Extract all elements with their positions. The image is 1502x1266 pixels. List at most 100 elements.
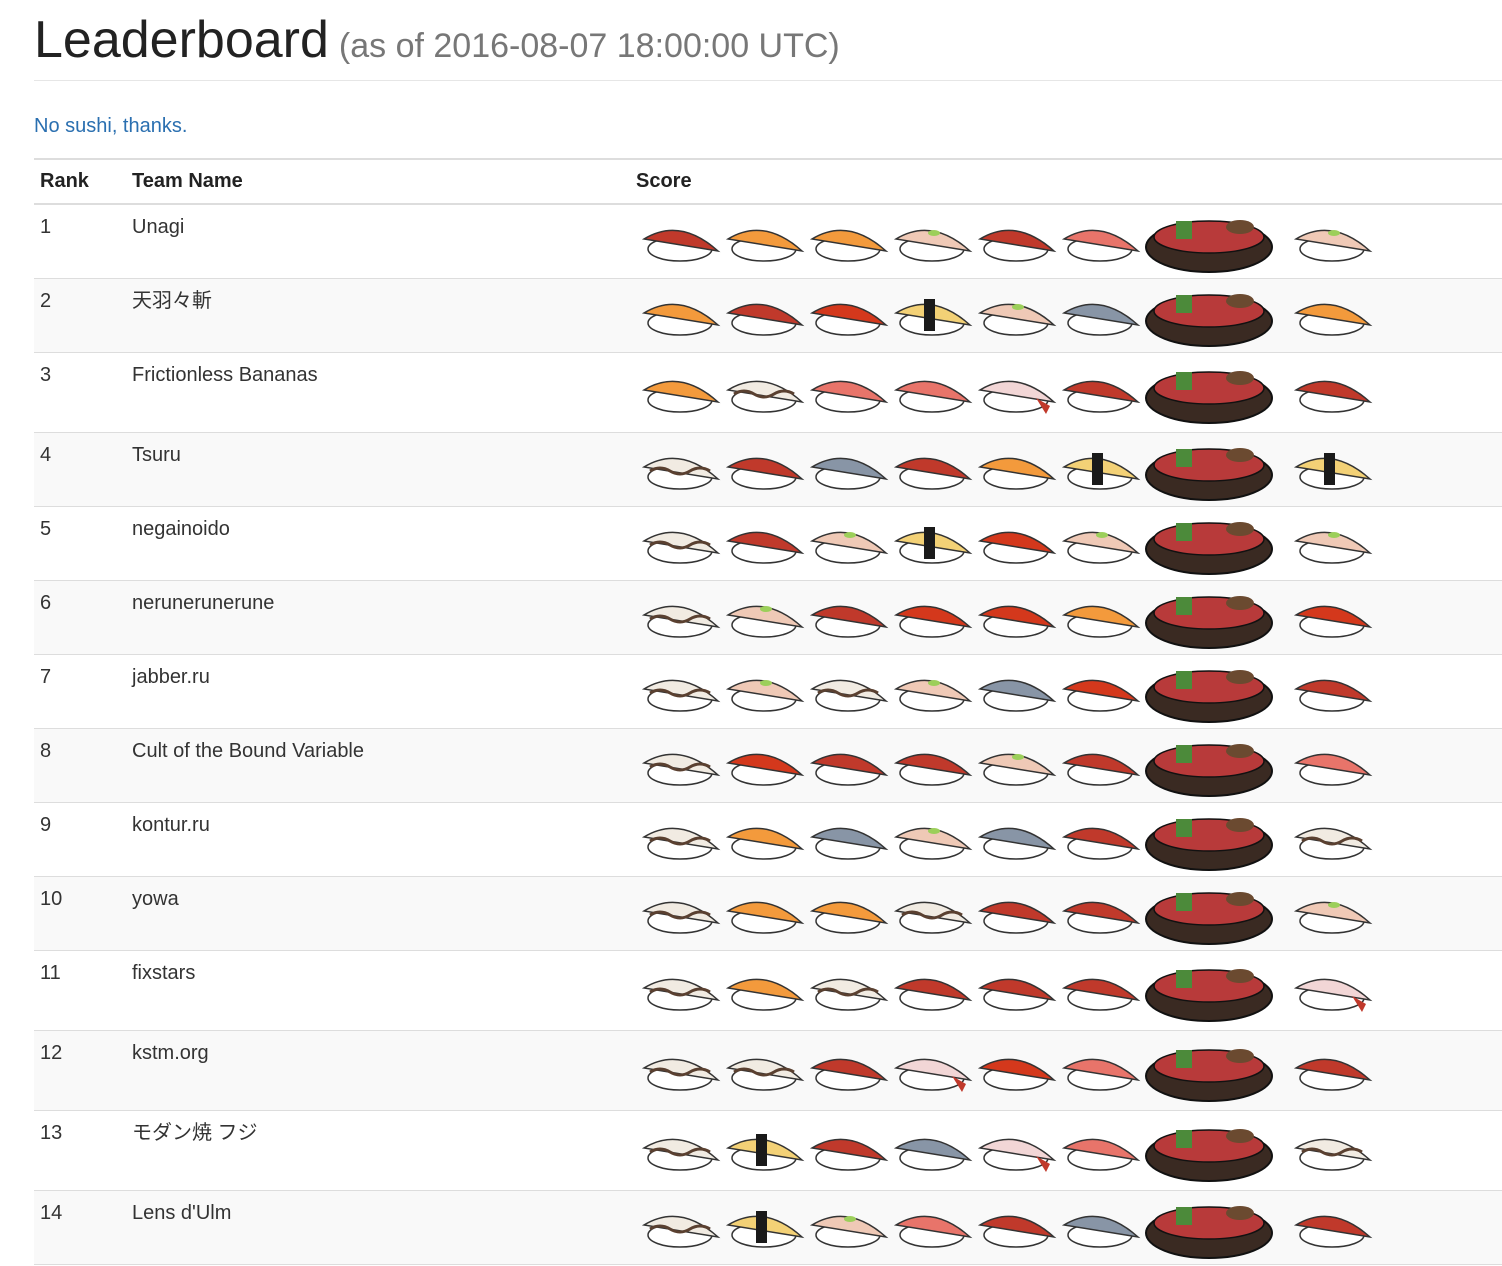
sushi-icons xyxy=(641,447,1373,501)
sushi-score xyxy=(636,1111,1436,1189)
rank-cell: 5 xyxy=(34,506,126,581)
sushi-icons xyxy=(641,1128,1373,1182)
rank-cell: 2 xyxy=(34,278,126,353)
anago-sushi-icon xyxy=(641,827,721,860)
saba-sushi-icon xyxy=(1061,1215,1141,1248)
sashimi-bowl-icon xyxy=(1145,1048,1273,1102)
sushi-score xyxy=(636,353,1436,431)
table-header-row: Rank Team Name Score xyxy=(34,158,1502,205)
akagai-sushi-icon xyxy=(1293,605,1373,638)
akagai-sushi-icon xyxy=(1061,679,1141,712)
team-name-cell: jabber.ru xyxy=(126,654,630,729)
team-name-cell: kstm.org xyxy=(126,1030,630,1111)
rank-value: 12 xyxy=(40,1041,63,1064)
anago-sushi-icon xyxy=(1293,1138,1373,1171)
team-name: モダン焼 フジ xyxy=(132,1121,258,1144)
score-cell xyxy=(630,1030,1502,1111)
tamago-sushi-icon xyxy=(893,298,973,336)
salmon-sushi-icon xyxy=(1061,605,1141,638)
sushi-icons xyxy=(641,293,1373,347)
sushi-score xyxy=(636,1191,1436,1263)
team-name: kontur.ru xyxy=(132,813,210,836)
tuna-sushi-icon xyxy=(893,457,973,490)
sushi-icons xyxy=(641,968,1373,1022)
hamachi-sushi-icon xyxy=(725,605,805,638)
sushi-icons xyxy=(641,891,1373,945)
rank-value: 8 xyxy=(40,739,52,762)
team-name-cell: kontur.ru xyxy=(126,802,630,877)
salmon-sushi-icon xyxy=(725,978,805,1011)
sushi-score xyxy=(636,279,1436,351)
anago-sushi-icon xyxy=(641,978,721,1011)
team-name: nerunerunerune xyxy=(132,591,275,614)
rank-value: 1 xyxy=(40,216,52,238)
sashimi-bowl-icon xyxy=(1145,1205,1273,1259)
tuna-sushi-icon xyxy=(1293,380,1373,413)
table-row: 14 Lens d'Ulm xyxy=(34,1190,1502,1265)
tamago-sushi-icon xyxy=(1293,452,1373,490)
hamachi-sushi-icon xyxy=(725,679,805,712)
table-row: 10 yowa xyxy=(34,876,1502,951)
saba-sushi-icon xyxy=(977,679,1057,712)
sashimi-bowl-icon xyxy=(1145,743,1273,797)
team-name-cell: nerunerunerune xyxy=(126,580,630,655)
score-cell xyxy=(630,802,1502,877)
rank-value: 13 xyxy=(40,1121,63,1144)
saba-sushi-icon xyxy=(809,457,889,490)
hamachi-sushi-icon xyxy=(1293,229,1373,262)
sashimi-bowl-icon xyxy=(1145,817,1273,871)
sushi-score xyxy=(636,1031,1436,1109)
hamachi-sushi-icon xyxy=(893,827,973,860)
tuna-sushi-icon xyxy=(1061,753,1141,786)
title-text: Leaderboard xyxy=(34,11,329,69)
team-name: negainoido xyxy=(132,517,230,540)
tuna-sushi-icon xyxy=(725,303,805,336)
sushi-score xyxy=(636,655,1436,727)
score-cell xyxy=(630,506,1502,581)
team-name-cell: Unagi xyxy=(126,204,630,279)
rank-cell: 7 xyxy=(34,654,126,729)
akagai-sushi-icon xyxy=(977,1058,1057,1091)
toro-sushi-icon xyxy=(809,380,889,413)
hamachi-sushi-icon xyxy=(893,679,973,712)
table-row: 5 negainoido xyxy=(34,506,1502,581)
sushi-score xyxy=(636,877,1436,949)
rank-value: 14 xyxy=(40,1201,63,1224)
sushi-icons xyxy=(641,220,1373,273)
sushi-score xyxy=(636,581,1436,653)
rank-cell: 1 xyxy=(34,204,126,279)
anago-sushi-icon xyxy=(641,457,721,490)
tuna-sushi-icon xyxy=(893,753,973,786)
team-name-cell: Frictionless Bananas xyxy=(126,352,630,433)
tuna-sushi-icon xyxy=(1061,901,1141,934)
sushi-icons xyxy=(641,817,1373,871)
tuna-sushi-icon xyxy=(1293,1215,1373,1248)
team-name: jabber.ru xyxy=(132,665,210,688)
sushi-icons xyxy=(641,521,1373,575)
toro-sushi-icon xyxy=(1061,1138,1141,1171)
salmon-sushi-icon xyxy=(641,380,721,413)
hamachi-sushi-icon xyxy=(893,229,973,262)
sushi-icons xyxy=(641,1048,1373,1102)
salmon-sushi-icon xyxy=(1293,303,1373,336)
salmon-sushi-icon xyxy=(809,229,889,262)
no-sushi-link[interactable]: No sushi, thanks. xyxy=(34,112,187,140)
anago-sushi-icon xyxy=(641,605,721,638)
salmon-sushi-icon xyxy=(977,457,1057,490)
table-row: 8 Cult of the Bound Variable xyxy=(34,728,1502,803)
hamachi-sushi-icon xyxy=(977,753,1057,786)
table-row: 11 fixstars xyxy=(34,950,1502,1031)
akagai-sushi-icon xyxy=(977,605,1057,638)
hamachi-sushi-icon xyxy=(809,531,889,564)
sushi-score xyxy=(636,205,1436,277)
ebi-sushi-icon xyxy=(893,1058,973,1092)
rank-cell: 3 xyxy=(34,352,126,433)
tuna-sushi-icon xyxy=(977,1215,1057,1248)
sushi-icons xyxy=(641,595,1373,649)
sashimi-bowl-icon xyxy=(1145,521,1273,575)
sushi-icons xyxy=(641,669,1373,723)
score-cell xyxy=(630,580,1502,655)
tuna-sushi-icon xyxy=(1293,679,1373,712)
sashimi-bowl-icon xyxy=(1145,370,1273,424)
rank-value: 7 xyxy=(40,665,52,688)
